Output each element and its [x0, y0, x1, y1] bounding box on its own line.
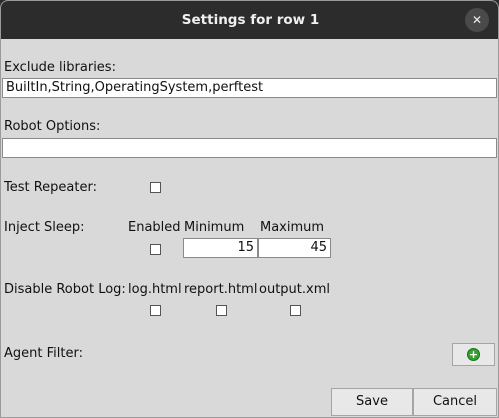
- add-agent-filter-button[interactable]: +: [452, 343, 495, 366]
- disable-robot-log-label: Disable Robot Log:: [4, 282, 126, 297]
- settings-dialog: Settings for row 1 ✕ Exclude libraries: …: [0, 0, 499, 418]
- test-repeater-label: Test Repeater:: [4, 180, 97, 195]
- agent-filter-label: Agent Filter:: [4, 346, 83, 361]
- test-repeater-checkbox[interactable]: [150, 182, 161, 193]
- close-button[interactable]: ✕: [465, 8, 489, 32]
- dialog-title: Settings for row 1: [181, 12, 320, 28]
- inject-sleep-enabled-checkbox[interactable]: [150, 244, 161, 255]
- save-button[interactable]: Save: [331, 388, 413, 416]
- report-html-label: report.html: [184, 282, 258, 297]
- maximum-header: Maximum: [260, 220, 325, 235]
- robot-options-input[interactable]: [2, 138, 497, 158]
- close-icon: ✕: [471, 13, 483, 27]
- enabled-header: Enabled: [128, 220, 181, 235]
- title-bar[interactable]: Settings for row 1 ✕: [1, 1, 498, 39]
- output-xml-label: output.xml: [259, 282, 330, 297]
- output-xml-checkbox[interactable]: [290, 305, 301, 316]
- exclude-libraries-label: Exclude libraries:: [4, 60, 116, 75]
- exclude-libraries-input[interactable]: BuiltIn,String,OperatingSystem,perftest: [2, 78, 497, 98]
- robot-options-label: Robot Options:: [4, 119, 101, 134]
- log-html-checkbox[interactable]: [150, 305, 161, 316]
- plus-circle-icon: +: [467, 348, 480, 361]
- inject-sleep-label: Inject Sleep:: [4, 220, 85, 235]
- minimum-header: Minimum: [184, 220, 245, 235]
- report-html-checkbox[interactable]: [216, 305, 227, 316]
- maximum-sleep-input[interactable]: 45: [258, 238, 331, 258]
- log-html-label: log.html: [128, 282, 182, 297]
- minimum-sleep-input[interactable]: 15: [183, 238, 258, 258]
- cancel-button[interactable]: Cancel: [413, 388, 497, 416]
